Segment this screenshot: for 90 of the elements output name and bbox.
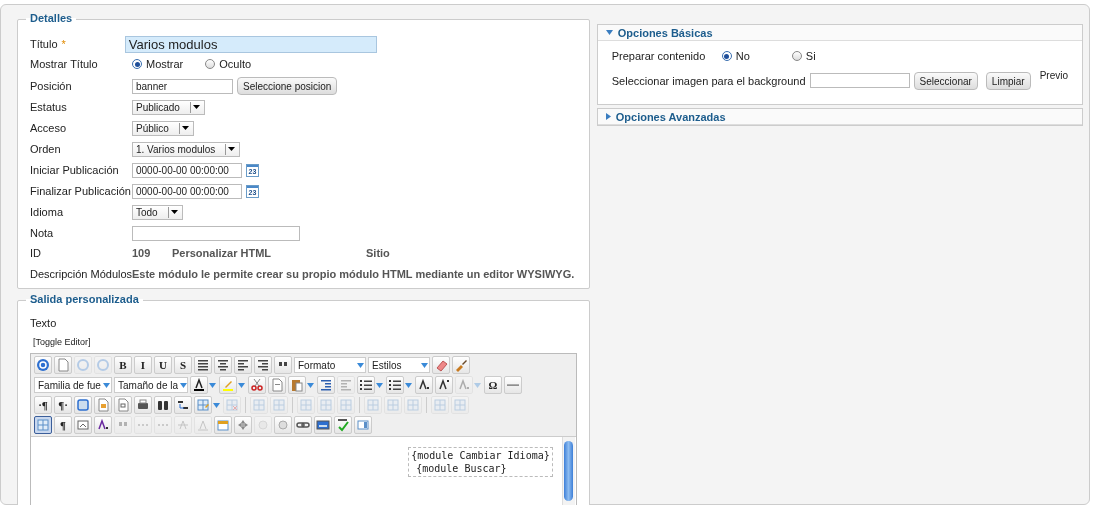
field-label: Título xyxy=(30,38,58,50)
select-field[interactable]: Publicado xyxy=(132,99,205,115)
numbered-list-icon[interactable] xyxy=(357,376,375,394)
justify-icon[interactable] xyxy=(194,356,212,374)
field-label: Posición xyxy=(30,80,73,92)
toggle-editor-link[interactable]: [Toggle Editor] xyxy=(33,337,91,347)
field-label: Orden xyxy=(30,143,62,155)
scrollbar-thumb[interactable] xyxy=(563,441,573,501)
select-field[interactable]: 1. Varios modulos xyxy=(132,141,241,157)
select-field[interactable]: Todo xyxy=(132,204,183,220)
select-button[interactable]: Seleccionar xyxy=(913,72,978,90)
toolbar-button[interactable]: I xyxy=(134,356,152,374)
caret-down-icon[interactable] xyxy=(167,206,180,218)
toolbar-button[interactable]: B xyxy=(114,356,132,374)
info-text: Personalizar HTML xyxy=(172,247,273,259)
toolbar-button[interactable]: ¶· xyxy=(54,396,72,414)
fullscreen-icon[interactable] xyxy=(74,396,92,414)
field-label: Idioma xyxy=(30,206,65,218)
caret-down-icon[interactable] xyxy=(225,143,238,155)
select-position-button[interactable]: Seleccione posicion xyxy=(237,77,338,95)
scissors-icon[interactable] xyxy=(248,376,266,394)
caret-down-icon[interactable] xyxy=(178,122,191,134)
panel-header[interactable]: Opciones Avanzadas xyxy=(597,109,1082,125)
new-page-icon[interactable] xyxy=(54,356,72,374)
toolbar-dropdown[interactable]: Estilos xyxy=(368,357,430,373)
radio-button[interactable] xyxy=(132,59,142,69)
clear-button[interactable]: Limpiar xyxy=(985,72,1031,90)
bullet-list-icon[interactable] xyxy=(386,376,404,394)
help-icon[interactable] xyxy=(34,356,52,374)
radio-option[interactable]: Si xyxy=(791,50,816,62)
preview-label: Previo xyxy=(1039,70,1068,81)
radio-button[interactable] xyxy=(721,51,732,61)
module-tag: {module Cambiar Idioma} xyxy=(411,449,550,462)
date-field[interactable]: 0000-00-00 00:00:00 xyxy=(132,162,242,178)
info-text: Este módulo le permite crear su propio módulo HTML mediante un editor WYSIWYG. xyxy=(132,268,575,280)
field-label: ID xyxy=(30,247,42,259)
toolbar-button[interactable]: U xyxy=(154,356,172,374)
field-label: Descripción Módulos xyxy=(30,268,132,280)
field-label: Seleccionar imagen para el background xyxy=(611,75,806,87)
toolbar-dropdown[interactable]: Tamaño de la xyxy=(114,377,188,393)
radio-button[interactable] xyxy=(791,51,802,61)
section-legend: Salida personalizada xyxy=(26,293,143,305)
caret-right-icon xyxy=(605,113,611,120)
title-field[interactable]: Varios modulos xyxy=(124,35,377,53)
date-field[interactable]: 0000-00-00 00:00:00 xyxy=(132,183,242,199)
caret-down-icon[interactable] xyxy=(189,101,202,113)
image-field[interactable] xyxy=(809,73,910,88)
select-field[interactable]: Público xyxy=(132,120,194,136)
paste-icon[interactable] xyxy=(288,376,306,394)
toolbar-dropdown[interactable]: Familia de fue xyxy=(34,377,112,393)
grid-icon[interactable] xyxy=(34,416,52,434)
radio-option[interactable]: No xyxy=(721,50,750,62)
attributes-icon[interactable] xyxy=(214,416,232,434)
toolbar-button[interactable]: Ω xyxy=(484,376,502,394)
field-label: Nota xyxy=(30,227,55,239)
align-right-icon[interactable] xyxy=(254,356,272,374)
printer-icon[interactable] xyxy=(134,396,152,414)
position-field[interactable]: banner xyxy=(132,78,233,94)
radio-option[interactable]: Oculto xyxy=(205,58,252,70)
panel-header[interactable]: Opciones Básicas xyxy=(597,25,1082,41)
radio-button[interactable] xyxy=(205,59,216,69)
required-mark: * xyxy=(61,38,66,50)
layer-icon[interactable] xyxy=(234,416,252,434)
image-icon[interactable] xyxy=(314,416,332,434)
spellcheck-icon[interactable] xyxy=(334,416,352,434)
toolbar-button[interactable]: ¶ xyxy=(54,416,72,434)
indent-icon[interactable] xyxy=(317,376,335,394)
radio-option[interactable]: Mostrar xyxy=(132,58,184,70)
info-text: 109 xyxy=(132,247,152,259)
field-label: Estatus xyxy=(30,101,68,113)
eraser-icon[interactable] xyxy=(432,356,450,374)
link-icon[interactable] xyxy=(294,416,312,434)
frame-icon[interactable] xyxy=(354,416,372,434)
note-field[interactable] xyxy=(132,225,300,241)
field-label: Preparar contenido xyxy=(611,50,707,62)
info-text: Sitio xyxy=(366,247,390,259)
field-label: Texto xyxy=(30,317,57,329)
caret-down-icon xyxy=(605,30,613,35)
field-label: Iniciar Publicación xyxy=(30,164,120,176)
align-center-icon[interactable] xyxy=(214,356,232,374)
module-tag: {module Buscar} xyxy=(411,462,507,475)
toolbar-button[interactable]: ·¶ xyxy=(34,396,52,414)
align-left-icon[interactable] xyxy=(234,356,252,374)
field-label: Mostrar Título xyxy=(30,58,99,70)
toolbar-dropdown[interactable]: Formato xyxy=(294,357,366,373)
field-label: Acceso xyxy=(30,122,68,134)
toolbar-button[interactable]: S xyxy=(174,356,192,374)
field-label: Finalizar Publicación xyxy=(30,185,132,197)
section-legend: Detalles xyxy=(26,12,77,24)
text-color-icon[interactable] xyxy=(190,376,208,394)
